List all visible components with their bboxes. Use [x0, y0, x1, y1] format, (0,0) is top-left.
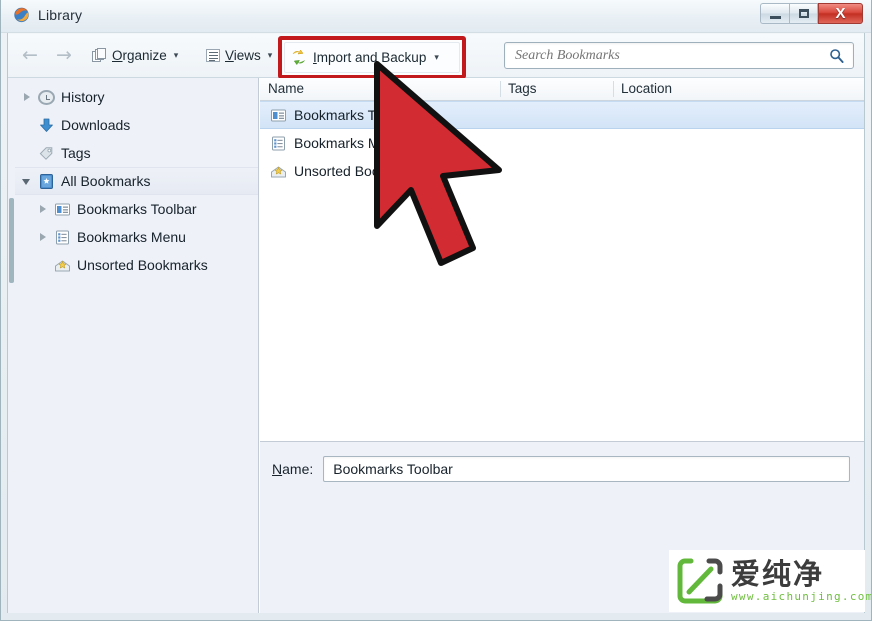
watermark-brand: 爱纯净 [731, 556, 825, 591]
bookmarks-toolbar-icon [54, 201, 71, 218]
chevron-down-icon[interactable] [22, 176, 32, 186]
close-button[interactable]: X [818, 3, 863, 24]
clock-icon [38, 89, 55, 105]
chevron-right-icon[interactable] [38, 204, 48, 214]
all-bookmarks-icon [38, 173, 55, 190]
sidebar-item-tags[interactable]: Tags [8, 139, 258, 167]
minimize-button[interactable] [760, 3, 789, 24]
sync-recycle-icon [291, 49, 307, 66]
chevron-right-icon[interactable] [38, 232, 48, 242]
table-row[interactable]: Unsorted Bookmarks [260, 157, 864, 185]
firefox-icon [13, 6, 30, 23]
table-row[interactable]: Bookmarks Toolbar [260, 101, 864, 129]
window-title: Library [38, 6, 83, 23]
pages-icon [92, 47, 107, 63]
search-input[interactable] [505, 46, 829, 65]
sidebar-item-label: History [61, 89, 105, 105]
sidebar-item-bookmarks-toolbar[interactable]: Bookmarks Toolbar [8, 195, 258, 223]
organize-label-rest: rganize [122, 47, 167, 63]
row-name: Bookmarks Toolbar [294, 107, 414, 123]
import-and-backup-label: Import and Backup [313, 50, 427, 65]
sidebar-item-label: All Bookmarks [61, 173, 151, 189]
sidebar-item-downloads[interactable]: Downloads [8, 111, 258, 139]
unsorted-bookmarks-icon [54, 257, 71, 274]
restore-icon [798, 9, 809, 18]
bookmarks-menu-icon [54, 229, 71, 246]
content-pane: Name Tags Location Bookmarks Toolbar Boo… [260, 78, 864, 613]
back-arrow-icon: ← [22, 43, 38, 66]
sidebar-item-history[interactable]: History [8, 83, 258, 111]
sidebar-item-bookmarks-menu[interactable]: Bookmarks Menu [8, 223, 258, 251]
title-bar-left: Library [13, 6, 82, 23]
name-label: Name: [272, 461, 314, 477]
row-name: Unsorted Bookmarks [294, 163, 425, 179]
sidebar-scrollbar-thumb[interactable] [9, 198, 14, 283]
column-header-tags[interactable]: Tags [500, 78, 613, 100]
search-box[interactable] [504, 42, 854, 69]
views-label: Views [225, 47, 261, 63]
row-name: Bookmarks Menu [294, 135, 403, 151]
watermark: 爱纯净 www.aichunjing.com [669, 550, 871, 612]
column-header-row: Name Tags Location [260, 78, 864, 101]
organize-label: Organize [112, 47, 167, 63]
sidebar-item-label: Bookmarks Menu [77, 229, 186, 245]
forward-button[interactable]: → [50, 42, 78, 68]
minimize-icon [769, 15, 781, 19]
sidebar-item-unsorted-bookmarks[interactable]: Unsorted Bookmarks [8, 251, 258, 279]
chevron-down-icon: ▾ [434, 52, 439, 62]
chevron-right-icon[interactable] [22, 92, 32, 102]
table-row[interactable]: Bookmarks Menu [260, 129, 864, 157]
column-header-name[interactable]: Name [260, 78, 500, 100]
unsorted-bookmarks-icon [270, 163, 287, 180]
chevron-down-icon: ▾ [267, 49, 273, 60]
views-label-rest: iews [233, 47, 261, 63]
aichunjing-logo-icon [677, 558, 723, 604]
sidebar-item-label: Downloads [61, 117, 131, 133]
window-controls: X [760, 3, 863, 24]
watermark-text: 爱纯净 www.aichunjing.com [731, 556, 872, 604]
import-and-backup-highlight-group: Import and Backup ▾ [278, 36, 466, 79]
sidebar-item-all-bookmarks[interactable]: All Bookmarks [8, 167, 258, 195]
name-input[interactable] [323, 456, 850, 482]
forward-arrow-icon: → [56, 43, 72, 66]
import-label-rest: mport and Backup [316, 50, 427, 65]
name-label-rest: ame: [282, 461, 314, 477]
maximize-button[interactable] [789, 3, 818, 24]
sidebar-item-label: Unsorted Bookmarks [77, 257, 208, 273]
column-header-location[interactable]: Location [613, 78, 871, 100]
sidebar-item-label: Tags [61, 145, 91, 161]
title-bar: Library X [1, 0, 871, 33]
back-button[interactable]: ← [16, 42, 44, 68]
tag-icon [38, 145, 55, 162]
close-icon: X [835, 5, 846, 22]
organize-button[interactable]: Organize ▾ [86, 42, 184, 68]
sidebar-item-label: Bookmarks Toolbar [77, 201, 197, 217]
search-icon[interactable] [829, 48, 844, 63]
body-area: History Downloads Tags All Bookmarks Boo… [8, 78, 864, 613]
watermark-url: www.aichunjing.com [731, 590, 872, 604]
bookmarks-list: Bookmarks Toolbar Bookmarks Menu Unsorte… [260, 101, 864, 441]
views-button[interactable]: Views ▾ [200, 42, 278, 68]
name-field-row: Name: [272, 456, 850, 482]
list-icon [206, 48, 220, 62]
import-and-backup-button[interactable]: Import and Backup ▾ [284, 42, 460, 73]
bookmarks-menu-icon [270, 135, 287, 152]
bookmarks-toolbar-icon [270, 107, 287, 124]
chevron-down-icon: ▾ [173, 49, 179, 60]
sidebar-scrollbar[interactable] [8, 78, 15, 613]
sidebar-tree: History Downloads Tags All Bookmarks Boo… [8, 78, 259, 613]
library-window: Library X ← → Organize ▾ Views ▾ Search … [0, 0, 872, 621]
download-arrow-icon [38, 117, 55, 134]
